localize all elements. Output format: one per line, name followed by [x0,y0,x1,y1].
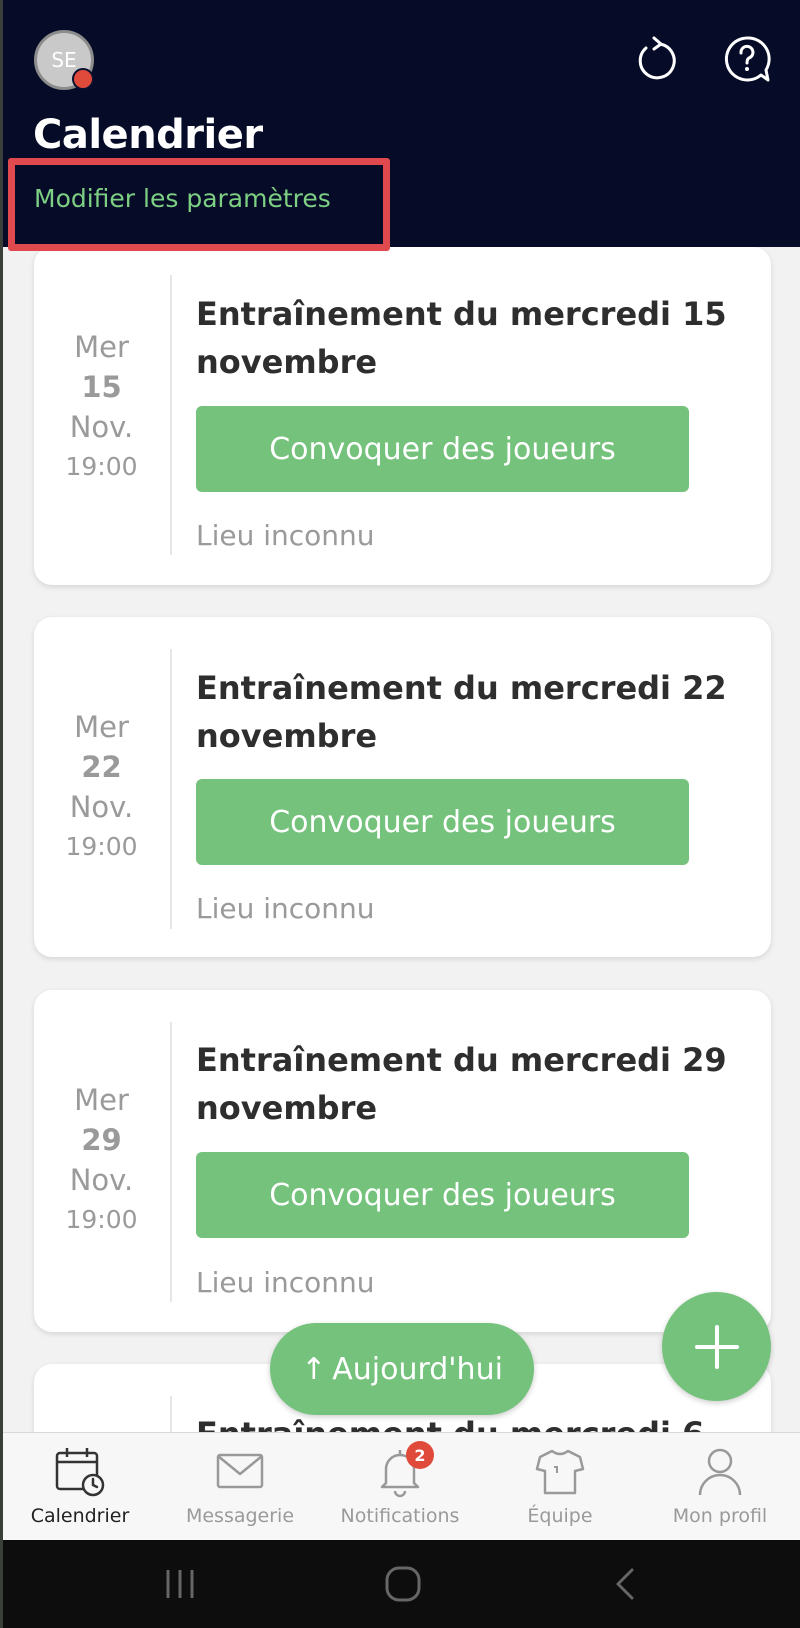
person-icon [698,1448,742,1496]
nav-item-messages[interactable]: Messagerie [160,1433,320,1541]
arrow-up-icon: ↑ [301,1351,327,1387]
notification-badge: 2 [406,1441,434,1469]
event-weekday: Mer [74,330,129,364]
mail-icon [216,1453,264,1489]
event-card[interactable]: Mer 29 Nov. 19:00 Entraînement du mercre… [34,990,771,1332]
event-title: Entraînement du mercredi 29 novembre [196,1041,727,1127]
add-event-button[interactable] [662,1292,771,1401]
avatar-status-dot [72,68,94,90]
help-chat-icon[interactable] [722,34,772,84]
event-month: Nov. [69,790,134,824]
nav-label: Mon profil [672,1505,768,1527]
event-weekday: Mer [74,1083,129,1117]
event-date: Mer 22 Nov. 19:00 [34,707,169,867]
event-location: Lieu inconnu [196,519,375,552]
jersey-icon [535,1449,585,1495]
back-icon[interactable] [604,1562,648,1606]
nav-label: Notifications [340,1505,460,1527]
plus-icon [694,1324,739,1369]
annotation-highlight-box [8,158,390,251]
convoke-players-button[interactable]: Convoquer des joueurs [196,406,689,492]
event-day: 15 [81,370,122,404]
recent-apps-icon[interactable] [158,1562,202,1606]
event-month: Nov. [69,1163,134,1197]
event-weekday: Mer [74,710,129,744]
today-button-label: Aujourd'hui [332,1351,503,1387]
bottom-navigation: Calendrier Messagerie 2 Notifications Éq… [0,1432,800,1540]
event-location: Lieu inconnu [196,1266,375,1299]
event-location: Lieu inconnu [196,892,375,925]
event-day: 29 [81,1123,122,1157]
today-button[interactable]: ↑ Aujourd'hui [270,1323,534,1415]
event-date: Mer 29 Nov. 19:00 [34,1080,169,1240]
card-divider [170,1022,172,1302]
nav-item-profile[interactable]: Mon profil [640,1433,800,1541]
nav-item-notifications[interactable]: 2 Notifications [320,1433,480,1541]
nav-item-team[interactable]: Équipe [480,1433,640,1541]
event-day: 22 [81,750,122,784]
card-divider [170,649,172,929]
event-date: Mer 15 Nov. 19:00 [34,327,169,487]
event-time: 19:00 [65,452,138,481]
nav-item-calendar[interactable]: Calendrier [0,1433,160,1541]
event-card[interactable]: Mer 15 Nov. 19:00 Entraînement du mercre… [34,247,771,585]
event-time: 19:00 [65,1205,138,1234]
page-title: Calendrier [33,112,263,158]
event-title: Entraînement du mercredi 22 novembre [196,669,727,755]
event-card[interactable]: Mer 22 Nov. 19:00 Entraînement du mercre… [34,617,771,957]
nav-label: Messagerie [185,1505,295,1527]
event-time: 19:00 [65,832,138,861]
system-navigation-bar [0,1540,800,1628]
convoke-players-button[interactable]: Convoquer des joueurs [196,1152,689,1238]
nav-label: Calendrier [30,1505,130,1527]
card-divider [170,275,172,555]
avatar-initials: SE [51,48,77,72]
convoke-players-button[interactable]: Convoquer des joueurs [196,779,689,865]
home-icon[interactable] [381,1562,425,1606]
nav-label: Équipe [527,1505,593,1527]
refresh-icon[interactable] [630,34,680,84]
event-title: Entraînement du mercredi 15 novembre [196,295,727,381]
screen-edge [0,0,3,1628]
calendar-icon [55,1448,105,1497]
event-month: Nov. [69,410,134,444]
